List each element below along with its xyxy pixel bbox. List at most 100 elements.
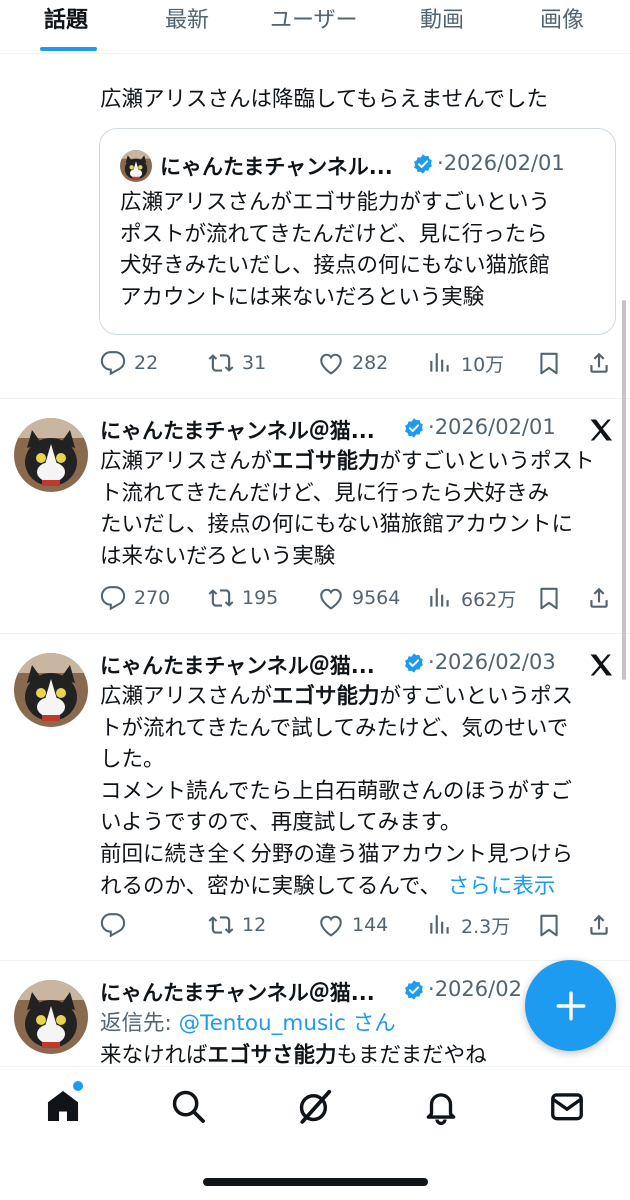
tab-top[interactable]: 話題 <box>44 2 88 34</box>
grok-icon[interactable] <box>296 1087 334 1125</box>
reply-count: 22 <box>134 352 159 374</box>
notification-dot <box>73 1081 83 1091</box>
text-line: トが流れてきたんで試してみたけど、気のせいで <box>100 715 569 741</box>
post-text: 広瀬アリスさんがエゴサ能力がすごいというポス トが流れてきたんで試してみたけど、… <box>100 681 620 902</box>
plus-icon <box>556 991 585 1020</box>
x-logo-icon <box>590 419 613 441</box>
verified-badge-icon <box>405 980 423 1000</box>
repost-icon <box>208 354 234 372</box>
repost-icon <box>208 589 234 607</box>
author-name[interactable]: にゃんたまチャンネル＠猫... <box>100 415 375 445</box>
repost-button[interactable]: 31 <box>208 343 266 383</box>
tab-users[interactable]: ユーザー <box>270 2 358 34</box>
text-line: 広瀬アリスさんがエゴサ能力がすごいというポスト <box>100 449 595 474</box>
like-button[interactable]: 144 <box>318 905 388 945</box>
tab-images[interactable]: 画像 <box>540 2 584 34</box>
text-line: いようですので、再度試してみます。 <box>100 810 462 836</box>
post-text-clip: 来なければエゴサさ能力もまだまだやね <box>100 1040 487 1066</box>
share-button[interactable] <box>586 343 612 383</box>
repost-count: 195 <box>242 587 279 609</box>
like-button[interactable]: 9564 <box>318 578 400 618</box>
avatar[interactable] <box>14 418 88 492</box>
repost-count: 31 <box>242 352 267 374</box>
author-name[interactable]: にゃんたまチャンネル＠猫... <box>100 650 375 680</box>
compose-button[interactable] <box>525 960 616 1051</box>
share-icon <box>590 587 608 608</box>
repost-count: 12 <box>242 914 267 936</box>
bookmark-icon <box>540 914 558 937</box>
tab-latest[interactable]: 最新 <box>165 2 209 34</box>
home-indicator <box>203 1178 428 1186</box>
tab-videos[interactable]: 動画 <box>420 2 464 34</box>
divider <box>0 960 630 961</box>
reply-to-line: 返信先: @Tentou_music さん <box>100 1011 396 1036</box>
avatar[interactable] <box>14 653 88 727</box>
post-actions: 12 144 2.3万 <box>0 905 630 945</box>
x-logo-icon <box>590 654 613 676</box>
bookmark-button[interactable] <box>536 343 562 383</box>
like-count: 282 <box>352 352 389 374</box>
views-chart-icon <box>430 353 449 372</box>
post-text: 広瀬アリスさんは降臨してもらえませんでした <box>100 87 549 112</box>
text-line: 犬好きみたいだし、接点の何にもない猫旅館 <box>120 253 551 279</box>
search-icon[interactable] <box>169 1087 207 1125</box>
heart-icon <box>320 353 342 375</box>
verified-badge-icon <box>405 418 423 438</box>
like-count: 144 <box>352 914 389 936</box>
reply-icon <box>100 586 126 611</box>
post-text: 来なければエゴサさ能力もまだまだやね <box>100 1043 487 1066</box>
reply-button[interactable] <box>100 905 134 945</box>
post-actions: 22 31 282 10万 <box>0 343 630 383</box>
share-icon <box>590 352 608 373</box>
post-date: ·2026/02 <box>428 977 522 1001</box>
reply-button[interactable]: 270 <box>100 578 170 618</box>
views-button[interactable]: 662万 <box>427 578 516 618</box>
text-line: ポストが流れてきたんだけど、見に行ったら <box>120 221 548 247</box>
avatar <box>120 150 152 182</box>
post-text: 広瀬アリスさんがエゴサ能力がすごいというポスト ト流れてきたんだけど、見に行った… <box>100 446 620 572</box>
active-tab-indicator <box>40 47 97 51</box>
quoted-post[interactable]: にゃんたまチャンネル... ·2026/02/01 広瀬アリスさんがエゴサ能力が… <box>99 128 616 335</box>
text-line: コメント読んでたら上白石萌歌さんのほうがすご <box>100 778 572 804</box>
heart-icon <box>320 915 342 937</box>
mail-icon[interactable] <box>548 1087 586 1125</box>
post-date: ·2026/02/03 <box>428 650 556 674</box>
share-button[interactable] <box>586 578 612 618</box>
reply-icon <box>100 913 126 938</box>
quoted-text: 広瀬アリスさんがエゴサ能力がすごいという ポストが流れてきたんだけど、見に行った… <box>120 187 610 313</box>
scrollbar[interactable] <box>622 300 626 680</box>
view-count: 662万 <box>461 588 517 611</box>
author-name[interactable]: にゃんたまチャンネル＠猫... <box>100 977 375 1007</box>
reply-count: 270 <box>134 587 171 609</box>
verified-badge-icon <box>405 653 423 673</box>
views-chart-icon <box>430 915 449 934</box>
show-more-link[interactable]: さらに表示 <box>448 874 556 899</box>
share-button[interactable] <box>586 905 612 945</box>
bookmark-button[interactable] <box>536 578 562 618</box>
home-icon[interactable] <box>44 1087 82 1125</box>
repost-icon <box>208 916 234 934</box>
repost-button[interactable]: 195 <box>208 578 278 618</box>
text-line: ト流れてきたんだけど、見に行ったら犬好きみ <box>100 480 550 506</box>
bell-icon[interactable] <box>422 1087 460 1125</box>
text-line: れるのか、密かに実験してるんで、 さらに表示 <box>100 873 556 899</box>
reply-handle-link[interactable]: @Tentou_music <box>179 1011 346 1036</box>
repost-button[interactable]: 12 <box>208 905 266 945</box>
reply-icon <box>100 351 126 376</box>
views-button[interactable]: 10万 <box>427 343 504 383</box>
avatar[interactable] <box>14 980 88 1054</box>
like-button[interactable]: 282 <box>318 343 388 383</box>
reply-button[interactable]: 22 <box>100 343 158 383</box>
bookmark-button[interactable] <box>536 905 562 945</box>
text-line: した。 <box>100 747 165 773</box>
post-actions: 270 195 9564 662万 <box>0 578 630 618</box>
search-tabs: 話題 最新 ユーザー 動画 画像 <box>0 0 630 54</box>
views-chart-icon <box>430 588 449 607</box>
bookmark-icon <box>540 352 558 375</box>
like-count: 9564 <box>352 587 401 609</box>
author-name[interactable]: にゃんたまチャンネル... <box>160 151 393 181</box>
views-button[interactable]: 2.3万 <box>427 905 510 945</box>
post-date: ·2026/02/01 <box>437 151 565 175</box>
text-line: アカウントには来ないだろという実験 <box>120 284 485 310</box>
divider <box>0 398 630 399</box>
